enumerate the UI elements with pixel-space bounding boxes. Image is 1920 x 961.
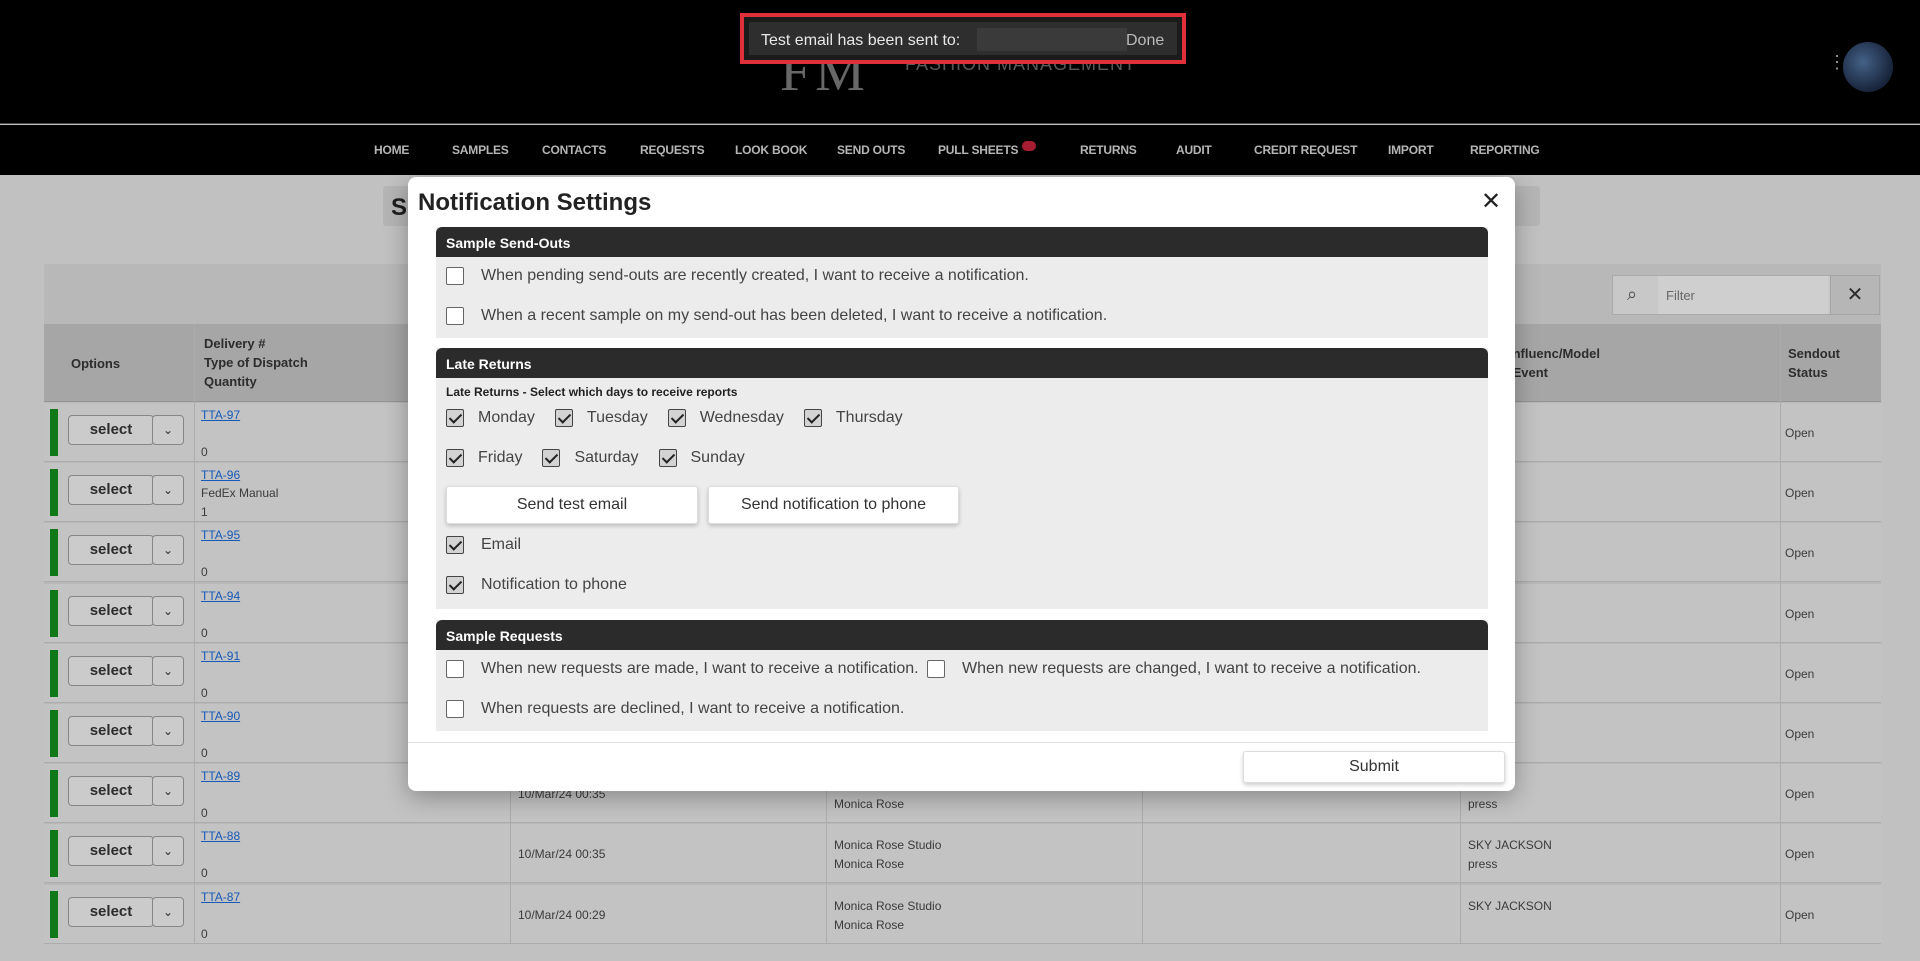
notification-settings-modal: Notification Settings ✕ Sample Send-Outs…	[408, 177, 1515, 791]
toast-message: Test email has been sent to:	[761, 32, 961, 49]
checkbox[interactable]	[446, 536, 464, 554]
option-label: Email	[481, 536, 522, 553]
checkbox[interactable]	[446, 660, 464, 678]
day-label: Tuesday	[586, 409, 648, 426]
email-option[interactable]: Email	[446, 536, 521, 554]
day-wednesday[interactable]: Wednesday	[667, 409, 784, 427]
send-notification-phone-button[interactable]: Send notification to phone	[708, 486, 959, 524]
checkbox[interactable]	[446, 576, 464, 594]
redacted-email	[977, 28, 1127, 51]
section-heading: Sample Send-Outs	[436, 227, 1488, 257]
day-label: Sunday	[690, 449, 745, 466]
option-label: When a recent sample on my send-out has …	[481, 307, 1108, 324]
close-icon[interactable]: ✕	[1478, 189, 1504, 215]
day-label: Friday	[478, 449, 523, 466]
checkbox[interactable]	[446, 307, 464, 325]
toast-notification: Test email has been sent to: Done	[740, 13, 1186, 64]
day-tuesday[interactable]: Tuesday	[554, 409, 648, 427]
day-saturday[interactable]: Saturday	[542, 449, 639, 467]
phone-option[interactable]: Notification to phone	[446, 576, 627, 594]
checkbox[interactable]	[446, 449, 464, 467]
option-label: Notification to phone	[481, 576, 627, 593]
checkbox[interactable]	[446, 700, 464, 718]
day-sunday[interactable]: Sunday	[658, 449, 745, 467]
checkbox[interactable]	[803, 409, 822, 427]
section-sample-sendouts: Sample Send-Outs When pending send-outs …	[436, 227, 1488, 338]
late-returns-subheading: Late Returns - Select which days to rece…	[446, 385, 738, 399]
checkbox[interactable]	[446, 409, 464, 427]
request-option-1[interactable]: When new requests are made, I want to re…	[446, 660, 919, 678]
checkbox[interactable]	[554, 409, 573, 427]
request-option-3[interactable]: When requests are declined, I want to re…	[446, 700, 904, 718]
checkbox[interactable]	[658, 449, 677, 467]
section-sample-requests: Sample Requests When new requests are ma…	[436, 620, 1488, 731]
option-label: When pending send-outs are recently crea…	[481, 267, 1029, 284]
option-label: When new requests are changed, I want to…	[962, 660, 1421, 677]
toast-done-button[interactable]: Done	[1126, 32, 1164, 50]
modal-footer-divider	[408, 742, 1515, 743]
modal-title: Notification Settings	[418, 189, 652, 216]
days-row-1: Monday Tuesday Wednesday Thursday	[446, 409, 923, 427]
day-label: Saturday	[574, 449, 639, 466]
day-thursday[interactable]: Thursday	[803, 409, 903, 427]
option-label: When new requests are made, I want to re…	[481, 660, 919, 677]
checkbox[interactable]	[446, 267, 464, 285]
sendout-option-2[interactable]: When a recent sample on my send-out has …	[446, 307, 1107, 325]
section-late-returns: Late Returns Late Returns - Select which…	[436, 348, 1488, 609]
sendout-option-1[interactable]: When pending send-outs are recently crea…	[446, 267, 1029, 285]
day-label: Wednesday	[699, 409, 784, 426]
section-heading: Sample Requests	[436, 620, 1488, 650]
checkbox[interactable]	[542, 449, 561, 467]
section-heading: Late Returns	[436, 348, 1488, 378]
day-monday[interactable]: Monday	[446, 409, 535, 427]
option-label: When requests are declined, I want to re…	[481, 700, 905, 717]
day-label: Monday	[478, 409, 535, 426]
checkbox[interactable]	[927, 660, 945, 678]
day-label: Thursday	[835, 409, 903, 426]
submit-button[interactable]: Submit	[1243, 751, 1505, 783]
day-friday[interactable]: Friday	[446, 449, 522, 467]
send-test-email-button[interactable]: Send test email	[446, 486, 698, 524]
checkbox[interactable]	[667, 409, 686, 427]
request-option-2[interactable]: When new requests are changed, I want to…	[927, 660, 1421, 678]
days-row-2: Friday Saturday Sunday	[446, 449, 765, 467]
